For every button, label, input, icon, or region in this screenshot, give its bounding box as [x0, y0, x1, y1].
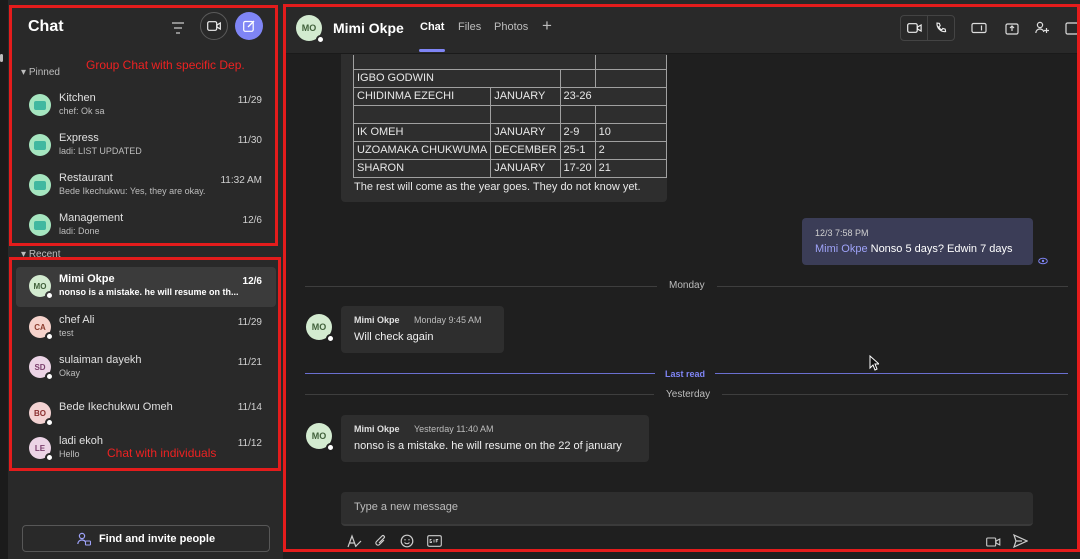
- conversation-pane: MO Mimi Okpe Chat Files Photos + IGBO GO…: [283, 0, 1080, 559]
- teams-app: Chat ▾ Pinned Kitchen chef: Ok sa 11/29 …: [0, 0, 1080, 559]
- people-add-icon: [77, 532, 91, 546]
- group-chat-annotation: Group Chat with specific Dep.: [86, 58, 245, 72]
- find-invite-people-button[interactable]: Find and invite people: [22, 525, 270, 552]
- rail-indicator: [0, 54, 3, 62]
- conversation-annotation-box: [283, 4, 1080, 552]
- chat-list-pane: Chat ▾ Pinned Kitchen chef: Ok sa 11/29 …: [0, 0, 283, 559]
- recent-label: Recent: [28, 249, 61, 257]
- app-rail-edge: [0, 0, 8, 559]
- recent-section-header[interactable]: ▾ Recent: [21, 249, 61, 257]
- individual-chat-annotation-box: [9, 257, 281, 471]
- individual-chat-annotation: Chat with individuals: [107, 446, 217, 460]
- invite-label: Find and invite people: [98, 532, 216, 545]
- group-chat-annotation-box: [9, 5, 278, 246]
